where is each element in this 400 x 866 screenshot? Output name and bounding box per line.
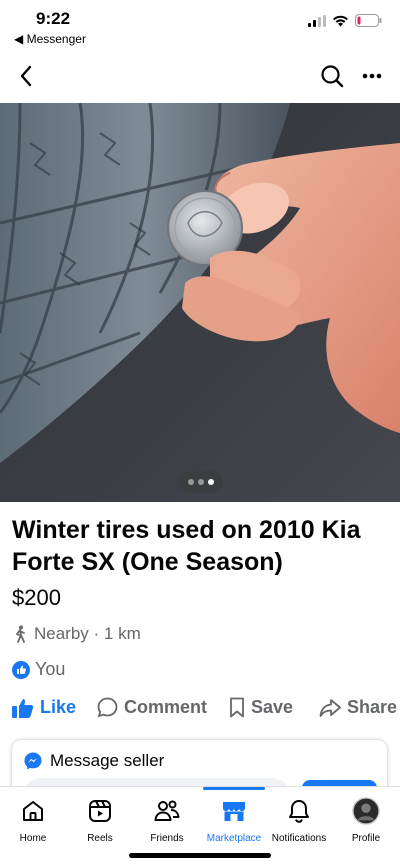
- bell-icon: [289, 800, 309, 823]
- action-bar: Like Comment Save Share: [0, 697, 400, 727]
- wifi-icon: [333, 15, 348, 26]
- listing-title: Winter tires used on 2010 Kia Forte SX (…: [12, 516, 361, 576]
- pagination-dot-active: [208, 479, 214, 485]
- home-indicator: [129, 853, 271, 858]
- chevron-left-icon: [20, 65, 32, 87]
- search-button[interactable]: [318, 62, 346, 90]
- search-icon: [321, 65, 344, 88]
- liked-by-text: You: [35, 659, 66, 679]
- tab-marketplace[interactable]: Marketplace: [201, 787, 267, 847]
- bookmark-icon: [230, 697, 244, 718]
- status-icons: [308, 14, 382, 27]
- share-label: Share: [347, 697, 398, 717]
- tab-profile[interactable]: Profile: [333, 787, 399, 847]
- tab-profile-label: Profile: [351, 833, 381, 844]
- back-triangle-icon: ◀: [14, 32, 24, 46]
- comment-button[interactable]: Comment: [97, 697, 207, 718]
- message-seller-header: Message seller: [24, 751, 164, 771]
- back-app-label: Messenger: [26, 32, 86, 46]
- status-bar: 9:22 ◀ Messenger: [0, 0, 400, 50]
- signal-icon: [308, 14, 326, 27]
- tab-notifications[interactable]: Notifications: [266, 787, 332, 847]
- pagination-dot: [188, 479, 194, 485]
- top-nav: [0, 54, 400, 98]
- avatar: [352, 797, 380, 825]
- tab-marketplace-label: Marketplace: [206, 833, 262, 844]
- marketplace-storefront-icon: [223, 802, 245, 821]
- listing-location: Nearby · 1 km: [12, 624, 141, 644]
- pagination-dot: [198, 479, 204, 485]
- tab-home-label: Home: [19, 833, 47, 844]
- more-dots-icon: [362, 73, 382, 79]
- tab-friends[interactable]: Friends: [134, 787, 200, 847]
- thumbs-up-icon: [12, 698, 34, 718]
- share-button[interactable]: Share: [319, 697, 397, 718]
- message-seller-title: Message seller: [50, 751, 165, 770]
- comment-bubble-icon: [97, 697, 118, 718]
- tab-notifications-label: Notifications: [271, 833, 327, 844]
- back-to-app-link[interactable]: ◀ Messenger: [14, 32, 86, 46]
- save-button[interactable]: Save: [229, 697, 293, 718]
- reactions-summary[interactable]: You: [12, 659, 65, 680]
- walking-person-icon: [15, 625, 25, 643]
- share-arrow-icon: [319, 698, 341, 717]
- comment-label: Comment: [124, 697, 208, 717]
- reels-icon: [89, 800, 111, 822]
- tab-home[interactable]: Home: [0, 787, 66, 847]
- clock: 9:22: [36, 9, 71, 28]
- listing-photo[interactable]: [0, 103, 400, 502]
- listing-price: $200: [12, 585, 61, 610]
- home-icon: [23, 801, 43, 821]
- tab-friends-label: Friends: [150, 833, 184, 844]
- like-reaction-icon: [12, 660, 30, 679]
- tab-reels-label: Reels: [87, 833, 113, 844]
- location-text: Nearby · 1 km: [34, 624, 141, 643]
- tab-reels[interactable]: Reels: [67, 787, 133, 847]
- back-button[interactable]: [12, 62, 40, 90]
- save-label: Save: [251, 697, 294, 717]
- battery-icon: [355, 14, 382, 27]
- more-options-button[interactable]: [358, 62, 386, 90]
- like-button[interactable]: Like: [12, 697, 76, 718]
- friends-icon: [154, 800, 180, 821]
- messenger-icon: [24, 752, 42, 770]
- photo-pagination: [179, 471, 223, 493]
- like-label: Like: [40, 697, 77, 717]
